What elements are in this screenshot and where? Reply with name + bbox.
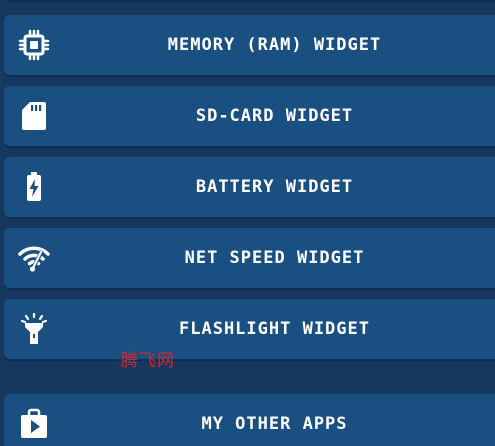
wifi-speed-icon — [18, 242, 50, 274]
battery-icon — [18, 171, 50, 203]
flashlight-widget-button[interactable]: FLASHLIGHT WIDGET — [4, 299, 495, 359]
net-speed-widget-button[interactable]: NET SPEED WIDGET — [4, 228, 495, 288]
flashlight-widget-label: FLASHLIGHT WIDGET — [179, 319, 370, 339]
widget-menu-screen: MEMORY (RAM) WIDGET SD-CARD WIDGET BATTE… — [0, 0, 495, 446]
watermark-text: 腾飞网 — [121, 351, 175, 371]
sd-card-widget-label: SD-CARD WIDGET — [195, 106, 354, 126]
sd-card-widget-button[interactable]: SD-CARD WIDGET — [4, 86, 495, 146]
battery-widget-label: BATTERY WIDGET — [195, 177, 354, 197]
net-speed-widget-label: NET SPEED WIDGET — [184, 248, 365, 268]
memory-widget-label: MEMORY (RAM) WIDGET — [167, 35, 382, 55]
store-bag-icon — [18, 408, 50, 440]
sd-card-icon — [18, 100, 50, 132]
chip-icon — [18, 29, 50, 61]
flashlight-icon — [18, 313, 50, 345]
my-other-apps-button[interactable]: MY OTHER APPS — [4, 394, 495, 446]
my-other-apps-label: MY OTHER APPS — [201, 414, 348, 434]
battery-widget-button[interactable]: BATTERY WIDGET — [4, 157, 495, 217]
memory-widget-button[interactable]: MEMORY (RAM) WIDGET — [4, 15, 495, 75]
